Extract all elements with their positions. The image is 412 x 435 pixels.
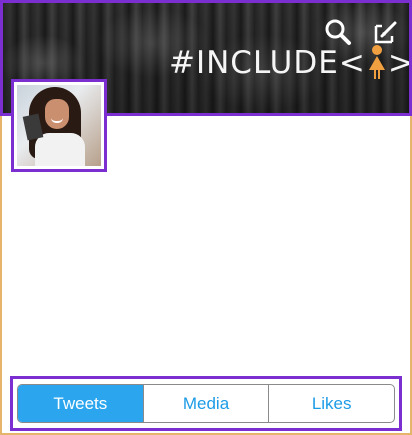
female-figure-icon	[368, 45, 386, 79]
avatar-photo	[17, 85, 101, 166]
compose-button[interactable]	[371, 17, 401, 47]
search-icon	[325, 19, 351, 45]
tab-media[interactable]: Media	[142, 385, 269, 422]
banner-text-main: #INCLUDE<	[169, 45, 366, 81]
tab-tweets[interactable]: Tweets	[18, 385, 143, 422]
banner-hashtag: #INCLUDE< >	[169, 45, 409, 81]
search-button[interactable]	[323, 17, 353, 47]
segmented-control: Tweets Media Likes	[17, 384, 395, 423]
banner-text-end: >	[388, 45, 409, 81]
tab-likes[interactable]: Likes	[268, 385, 394, 422]
compose-icon	[374, 21, 397, 44]
profile-avatar[interactable]	[11, 79, 107, 172]
profile-tabs-container: Tweets Media Likes	[10, 376, 402, 431]
